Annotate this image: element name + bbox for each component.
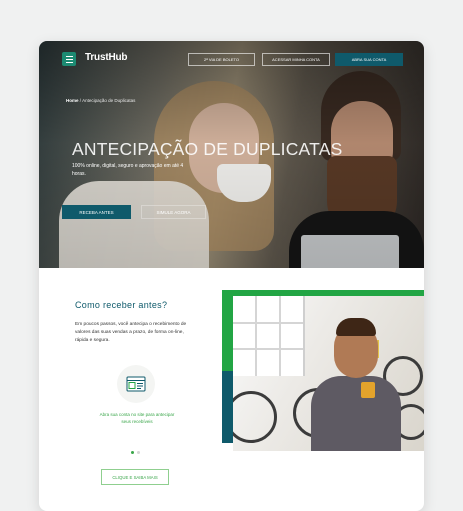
boleto-button[interactable]: 2ª VIA DE BOLETO xyxy=(188,53,255,66)
hero-banner: TrustHub 2ª VIA DE BOLETO ACESSAR MINHA … xyxy=(39,41,424,268)
browser-window-icon xyxy=(117,365,155,403)
section-title: Como receber antes? xyxy=(75,300,168,310)
step-caption: Abra sua conta no site para antecipar se… xyxy=(99,412,175,424)
learn-more-button[interactable]: CLIQUE E SAIBA MAIS xyxy=(101,469,169,485)
photo-mug xyxy=(361,382,375,398)
simulate-button[interactable]: SIMULE AGORA xyxy=(141,205,206,219)
login-button[interactable]: ACESSAR MINHA CONTA xyxy=(262,53,330,66)
photo-man-hair xyxy=(336,318,376,336)
bike-shop-photo xyxy=(233,296,424,451)
page-frame: TrustHub 2ª VIA DE BOLETO ACESSAR MINHA … xyxy=(39,41,424,511)
breadcrumb-separator: / xyxy=(79,98,82,103)
receive-early-button[interactable]: RECEBA ANTES xyxy=(62,205,131,219)
breadcrumb-current: Antecipação de Duplicatas xyxy=(82,98,136,103)
photo-window xyxy=(233,296,305,376)
bike-wheel xyxy=(233,391,277,443)
hero-subtitle: 100% online, digital, seguro e aprovação… xyxy=(72,163,184,177)
carousel-dot-active[interactable] xyxy=(131,451,134,454)
menu-icon[interactable] xyxy=(62,52,76,66)
section-text: Em poucos passos, você antecipa o recebi… xyxy=(75,322,187,343)
breadcrumb: Home / Antecipação de Duplicatas xyxy=(66,98,135,103)
carousel-dots xyxy=(131,451,140,454)
page-title: ANTECIPAÇÃO DE DUPLICATAS xyxy=(72,139,343,159)
photo-man-shirt xyxy=(311,376,401,451)
open-account-button[interactable]: ABRA SUA CONTA xyxy=(335,53,403,66)
top-navigation: TrustHub 2ª VIA DE BOLETO ACESSAR MINHA … xyxy=(39,41,424,79)
brand-logo[interactable]: TrustHub xyxy=(85,52,127,63)
carousel-dot[interactable] xyxy=(137,451,140,454)
breadcrumb-home[interactable]: Home xyxy=(66,98,79,103)
